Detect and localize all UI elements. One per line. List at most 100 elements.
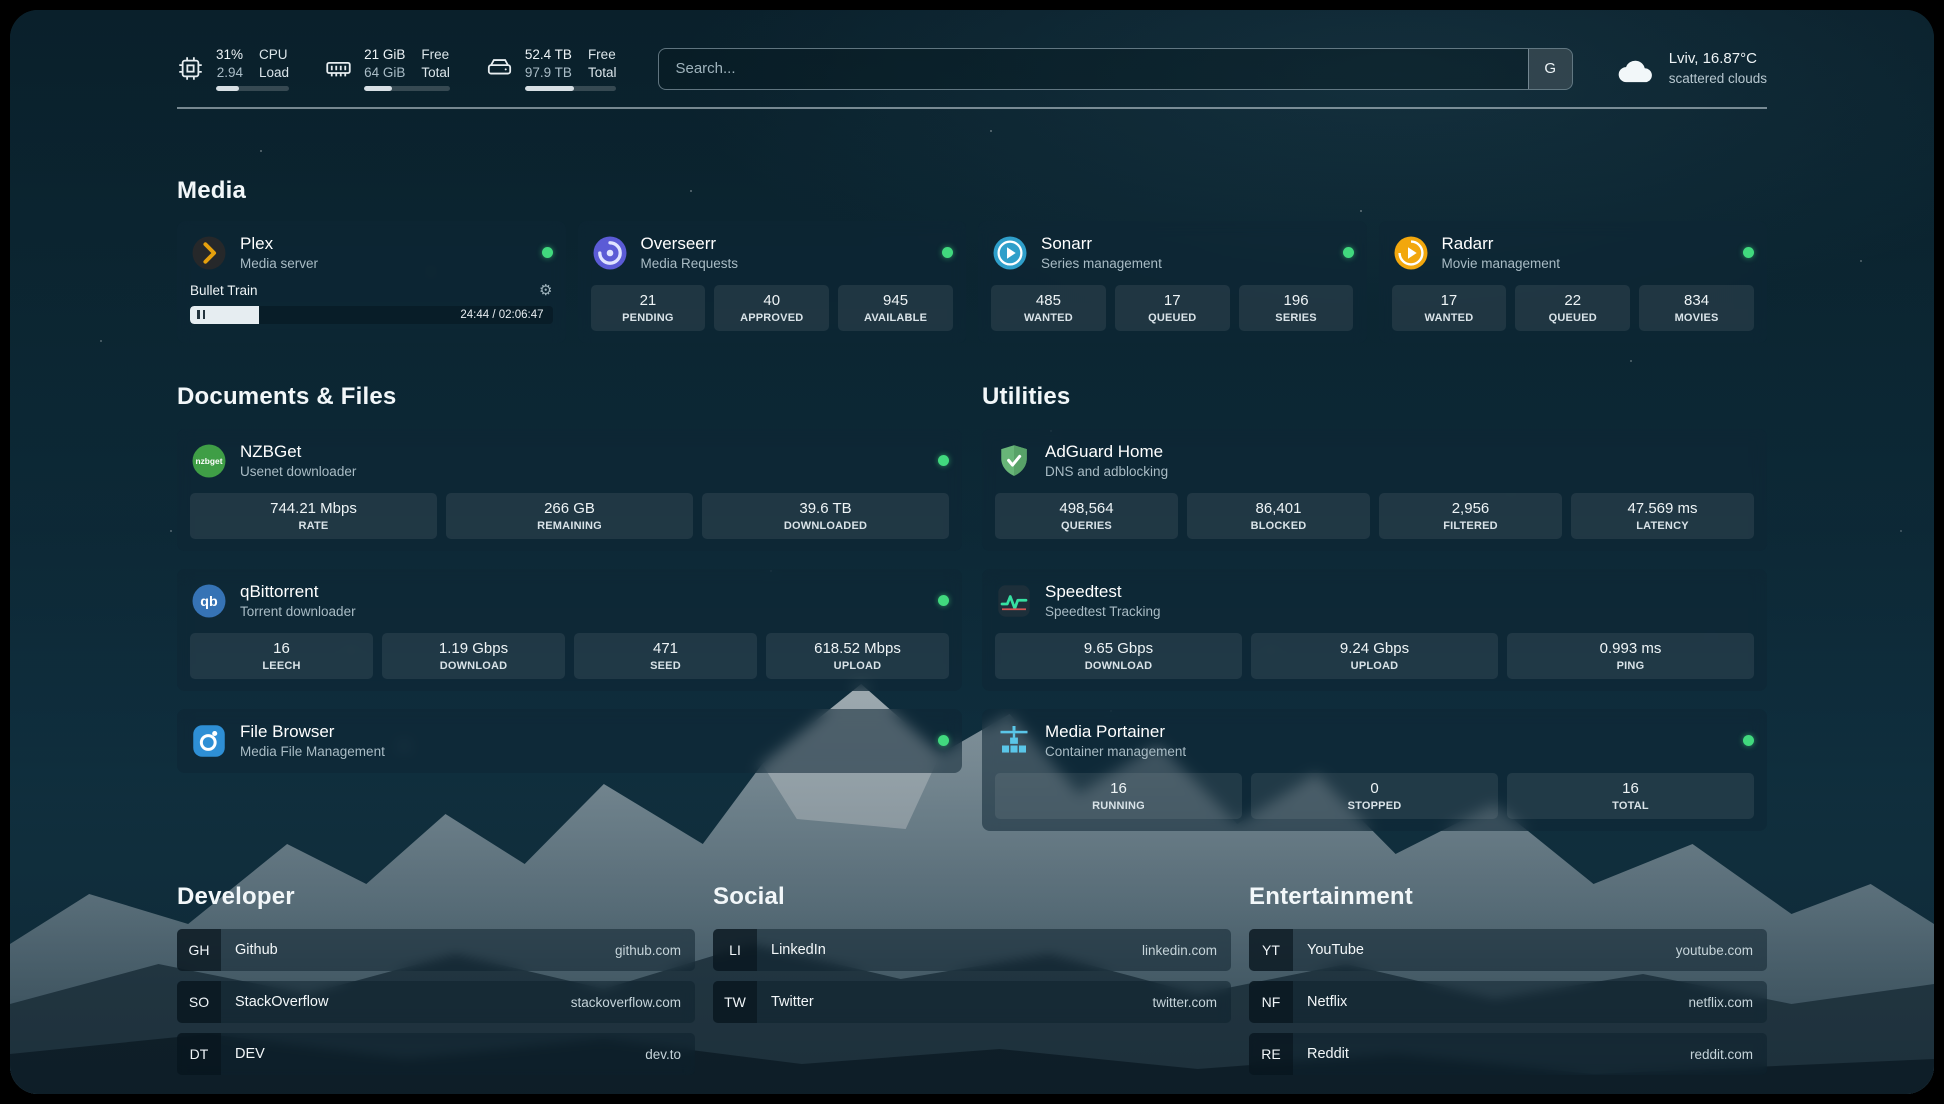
filebrowser-card[interactable]: File Browser Media File Management — [177, 709, 962, 773]
stat-label: PENDING — [595, 312, 702, 324]
media-section: Media Plex Media server — [177, 177, 1767, 343]
stat-box: 17 QUEUED — [1115, 285, 1230, 331]
bookmark-name: Github — [221, 929, 615, 971]
qbittorrent-icon: qb — [190, 582, 228, 620]
weather-location: Lviv, 16.87°C — [1669, 49, 1767, 69]
stat-label: REMAINING — [450, 520, 689, 532]
stat-value: 196 — [1243, 292, 1350, 309]
bookmark-row-stackoverflow[interactable]: SO StackOverflow stackoverflow.com — [177, 981, 695, 1023]
bookmark-row-netflix[interactable]: NF Netflix netflix.com — [1249, 981, 1767, 1023]
search-input[interactable] — [659, 49, 1527, 89]
gear-icon[interactable]: ⚙ — [539, 283, 552, 298]
service-name: Radarr — [1442, 233, 1561, 255]
stat-value: 17 — [1396, 292, 1503, 309]
cloud-icon — [1615, 53, 1657, 85]
plex-card[interactable]: Plex Media server Bullet Train ⚙ 24:44 /… — [177, 221, 566, 343]
stat-value: 21 — [595, 292, 702, 309]
playback-time: 24:44 / 02:06:47 — [460, 309, 552, 321]
stat-box: 945 AVAILABLE — [838, 285, 953, 331]
filebrowser-icon — [190, 722, 228, 760]
portainer-card[interactable]: Media Portainer Container management 16 … — [982, 709, 1767, 831]
weather-widget: Lviv, 16.87°C scattered clouds — [1615, 49, 1767, 87]
cpu-chip-icon — [177, 55, 204, 82]
service-name: Plex — [240, 233, 318, 255]
stat-label: AVAILABLE — [842, 312, 949, 324]
stat-value: 16 — [1511, 780, 1750, 797]
stat-box: 744.21 Mbps RATE — [190, 493, 437, 539]
stat-label: DOWNLOAD — [386, 660, 561, 672]
stat-label: QUERIES — [999, 520, 1174, 532]
utilities-section-heading: Utilities — [982, 383, 1767, 411]
speedtest-icon — [995, 582, 1033, 620]
stat-box: 1.19 Gbps DOWNLOAD — [382, 633, 565, 679]
stat-box: 17 WANTED — [1392, 285, 1507, 331]
stat-box: 618.52 Mbps UPLOAD — [766, 633, 949, 679]
stat-label: WANTED — [995, 312, 1102, 324]
stat-value: 1.19 Gbps — [386, 640, 561, 657]
stat-label: LEECH — [194, 660, 369, 672]
nzbget-card[interactable]: nzbget NZBGet Usenet downloader 744.21 M… — [177, 429, 962, 551]
service-name: Media Portainer — [1045, 721, 1186, 743]
stat-value: 945 — [842, 292, 949, 309]
bookmark-row-youtube[interactable]: YT YouTube youtube.com — [1249, 929, 1767, 971]
status-dot — [1343, 247, 1354, 258]
bookmark-row-twitter[interactable]: TW Twitter twitter.com — [713, 981, 1231, 1023]
bookmark-url: reddit.com — [1690, 1033, 1767, 1075]
stat-label: QUEUED — [1119, 312, 1226, 324]
plex-icon — [190, 234, 228, 272]
stat-box: 86,401 BLOCKED — [1187, 493, 1370, 539]
overseerr-card[interactable]: Overseerr Media Requests 21 PENDING 40 A… — [578, 221, 967, 343]
plex-playback-bar[interactable]: 24:44 / 02:06:47 — [190, 306, 553, 324]
social-bookmarks: Social LI LinkedIn linkedin.com TW Twitt… — [713, 883, 1231, 1075]
stat-label: SEED — [578, 660, 753, 672]
stat-box: 9.24 Gbps UPLOAD — [1251, 633, 1498, 679]
service-name: qBittorrent — [240, 581, 356, 603]
stat-box: 834 MOVIES — [1639, 285, 1754, 331]
bookmark-name: Reddit — [1293, 1033, 1690, 1075]
bookmark-name: LinkedIn — [757, 929, 1142, 971]
bookmark-row-linkedin[interactable]: LI LinkedIn linkedin.com — [713, 929, 1231, 971]
stat-label: APPROVED — [718, 312, 825, 324]
radarr-card[interactable]: Radarr Movie management 17 WANTED 22 QUE… — [1379, 221, 1768, 343]
bookmark-row-github[interactable]: GH Github github.com — [177, 929, 695, 971]
service-subtitle: Torrent downloader — [240, 603, 356, 621]
bookmark-url: youtube.com — [1676, 929, 1767, 971]
bookmark-row-reddit[interactable]: RE Reddit reddit.com — [1249, 1033, 1767, 1075]
cpu-usage-value: 31% — [216, 46, 243, 64]
stat-label: PING — [1511, 660, 1750, 672]
sonarr-card[interactable]: Sonarr Series management 485 WANTED 17 Q… — [978, 221, 1367, 343]
adguard-icon — [995, 442, 1033, 480]
bookmark-name: StackOverflow — [221, 981, 571, 1023]
stat-box: 498,564 QUERIES — [995, 493, 1178, 539]
stat-box: 0.993 ms PING — [1507, 633, 1754, 679]
qbittorrent-card[interactable]: qb qBittorrent Torrent downloader 16 LEE… — [177, 569, 962, 691]
dashboard-frame: 31% 2.94 CPU Load — [10, 10, 1934, 1094]
bookmark-abbr: YT — [1249, 929, 1293, 971]
bookmark-row-dev[interactable]: DT DEV dev.to — [177, 1033, 695, 1075]
ram-progress-track — [364, 86, 450, 91]
bookmark-url: dev.to — [645, 1033, 695, 1075]
status-dot — [1743, 735, 1754, 746]
stat-box: 9.65 Gbps DOWNLOAD — [995, 633, 1242, 679]
stat-value: 40 — [718, 292, 825, 309]
stat-label: RATE — [194, 520, 433, 532]
search-engine-button[interactable]: G — [1528, 49, 1572, 89]
top-bar: 31% 2.94 CPU Load — [177, 10, 1767, 91]
service-subtitle: Media File Management — [240, 743, 385, 761]
ram-metric: 21 GiB 64 GiB Free Total — [325, 46, 450, 91]
stat-box: 485 WANTED — [991, 285, 1106, 331]
stat-box: 39.6 TB DOWNLOADED — [702, 493, 949, 539]
adguard-card[interactable]: AdGuard Home DNS and adblocking 498,564 … — [982, 429, 1767, 551]
stat-box: 266 GB REMAINING — [446, 493, 693, 539]
speedtest-card[interactable]: Speedtest Speedtest Tracking 9.65 Gbps D… — [982, 569, 1767, 691]
stat-box: 471 SEED — [574, 633, 757, 679]
stat-value: 16 — [999, 780, 1238, 797]
pause-button[interactable] — [190, 310, 212, 319]
service-subtitle: Media Requests — [641, 255, 739, 273]
service-name: Speedtest — [1045, 581, 1161, 603]
stat-value: 22 — [1519, 292, 1626, 309]
documents-section-heading: Documents & Files — [177, 383, 962, 411]
service-subtitle: Media server — [240, 255, 318, 273]
svg-text:nzbget: nzbget — [196, 456, 223, 466]
stat-value: 834 — [1643, 292, 1750, 309]
